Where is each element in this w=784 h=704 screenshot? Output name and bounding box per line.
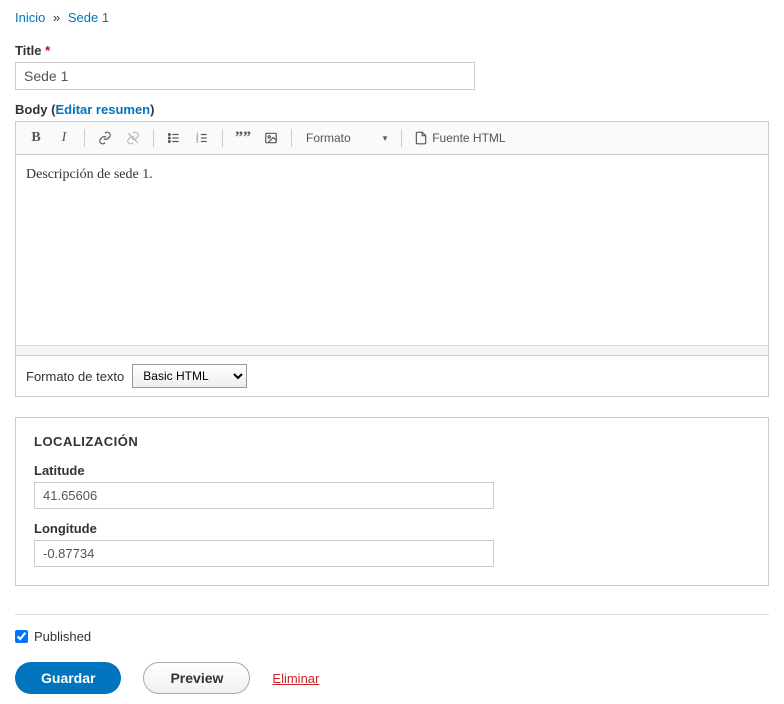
body-field-group: Body (Editar resumen) B I 123 ”” [15,102,769,397]
title-field-group: Title * [15,43,769,90]
text-format-row: Formato de texto Basic HTML [15,356,769,397]
preview-button[interactable]: Preview [143,662,250,694]
bullet-list-icon [167,131,181,145]
latitude-label: Latitude [34,463,750,478]
edit-summary-link[interactable]: Editar resumen [55,102,150,117]
body-label-text: Body [15,102,48,117]
location-legend: LOCALIZACIÓN [34,434,750,449]
link-button[interactable] [91,126,119,150]
save-button[interactable]: Guardar [15,662,121,694]
format-dropdown[interactable]: Formato ▾ [298,131,395,145]
editor-resize-handle[interactable] [16,345,768,355]
wysiwyg-editor: B I 123 ”” Formato [15,121,769,356]
longitude-input[interactable] [34,540,494,567]
breadcrumb-sep: » [53,10,60,25]
breadcrumb: Inicio » Sede 1 [15,10,769,25]
title-label-text: Title [15,43,42,58]
toolbar-separator [401,129,402,147]
source-icon [414,131,428,145]
image-button[interactable] [257,126,285,150]
paren-close: ) [150,102,154,117]
longitude-group: Longitude [34,521,750,567]
italic-button[interactable]: I [50,126,78,150]
unlink-button[interactable] [119,126,147,150]
bullet-list-button[interactable] [160,126,188,150]
toolbar-separator [222,129,223,147]
latitude-input[interactable] [34,482,494,509]
toolbar-separator [291,129,292,147]
chevron-down-icon: ▾ [383,133,388,144]
unlink-icon [126,131,140,145]
image-icon [264,131,278,145]
text-format-label: Formato de texto [26,369,124,384]
divider [15,614,769,615]
breadcrumb-current[interactable]: Sede 1 [68,10,109,25]
required-asterisk: * [45,43,50,58]
body-label: Body (Editar resumen) [15,102,769,117]
svg-text:3: 3 [196,139,199,144]
published-label: Published [34,629,91,644]
published-row: Published [15,629,769,644]
breadcrumb-home[interactable]: Inicio [15,10,45,25]
form-actions: Guardar Preview Eliminar [15,662,769,694]
number-list-button[interactable]: 123 [188,126,216,150]
number-list-icon: 123 [195,131,209,145]
toolbar-separator [153,129,154,147]
format-dropdown-label: Formato [306,131,351,145]
link-icon [98,131,112,145]
title-input[interactable] [15,62,475,90]
text-format-select[interactable]: Basic HTML [132,364,247,388]
title-label: Title * [15,43,769,58]
toolbar-separator [84,129,85,147]
latitude-group: Latitude [34,463,750,509]
editor-content[interactable]: Descripción de sede 1. [16,155,768,345]
location-fieldset: LOCALIZACIÓN Latitude Longitude [15,417,769,586]
published-checkbox[interactable] [15,630,28,643]
source-button[interactable]: Fuente HTML [408,131,511,145]
longitude-label: Longitude [34,521,750,536]
bold-button[interactable]: B [22,126,50,150]
editor-toolbar: B I 123 ”” Formato [16,122,768,155]
delete-link[interactable]: Eliminar [272,671,319,686]
source-button-label: Fuente HTML [432,131,505,145]
blockquote-button[interactable]: ”” [229,126,257,150]
